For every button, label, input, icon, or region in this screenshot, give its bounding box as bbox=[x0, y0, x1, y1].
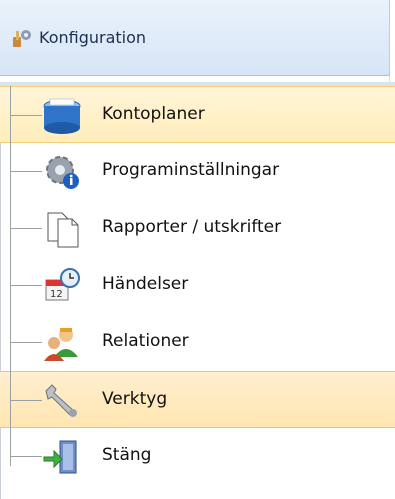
folder-box-icon bbox=[43, 98, 81, 134]
tree-item-relationer[interactable]: Relationer bbox=[0, 314, 395, 371]
configuration-panel: Konfiguration Kontoplaner Programinställ… bbox=[0, 0, 395, 499]
tree-item-handelser[interactable]: 12 Händelser bbox=[0, 257, 395, 314]
tree-item-label: Relationer bbox=[102, 331, 189, 351]
svg-text:12: 12 bbox=[50, 289, 63, 300]
panel-title: Konfiguration bbox=[39, 28, 147, 47]
people-icon bbox=[44, 328, 78, 361]
tree-item-label: Rapporter / utskrifter bbox=[102, 217, 282, 237]
tree-item-label: Programinställningar bbox=[102, 160, 280, 180]
documents-icon bbox=[47, 212, 79, 248]
config-tree: Kontoplaner Programinställningar Rapport… bbox=[0, 86, 395, 499]
tree-item-label: Kontoplaner bbox=[102, 104, 205, 124]
tree-item-label: Händelser bbox=[102, 274, 189, 294]
calendar-clock-icon: 12 bbox=[45, 268, 80, 301]
tree-item-rapporter-utskrifter[interactable]: Rapporter / utskrifter bbox=[0, 200, 395, 257]
tree-connector-line bbox=[10, 86, 11, 466]
exit-door-icon bbox=[43, 440, 77, 474]
gear-info-icon bbox=[46, 156, 79, 189]
tree-item-label: Stäng bbox=[102, 445, 152, 465]
panel-header[interactable]: Konfiguration bbox=[0, 0, 390, 76]
tree-item-verktyg[interactable]: Verktyg bbox=[0, 371, 395, 428]
tree-item-label: Verktyg bbox=[102, 389, 168, 409]
tree-item-programinstallningar[interactable]: Programinställningar bbox=[0, 143, 395, 200]
tree-item-stang[interactable]: Stäng bbox=[0, 428, 395, 485]
tree-item-kontoplaner[interactable]: Kontoplaner bbox=[0, 86, 395, 143]
config-tools-icon bbox=[13, 29, 31, 47]
wrench-icon bbox=[45, 384, 77, 417]
